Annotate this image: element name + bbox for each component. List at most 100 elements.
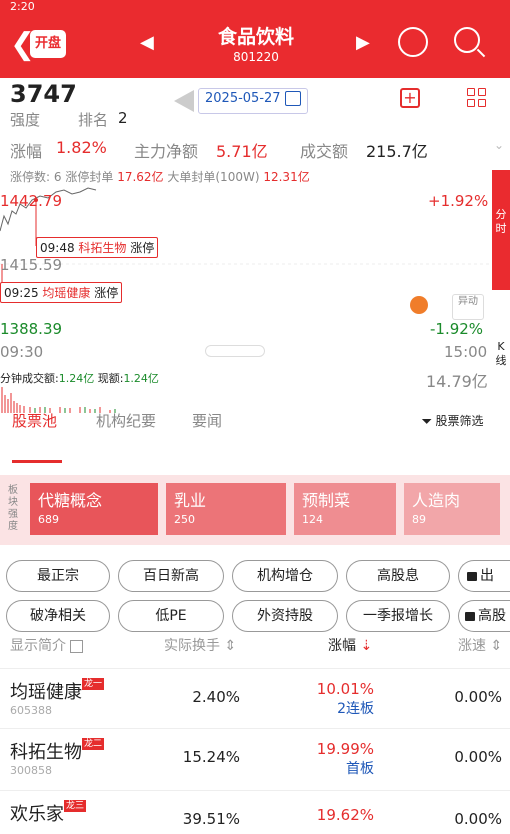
change: 10.01% <box>316 680 374 698</box>
table-row[interactable]: 欢乐家 龙三 39.51% 19.62% 0.00% <box>0 794 510 834</box>
concept-name: 乳业 <box>174 491 207 510</box>
chip-waizi[interactable]: 外资持股 <box>232 600 338 632</box>
concept-name: 预制菜 <box>302 491 351 510</box>
table-row[interactable]: 均瑶健康 龙一 605388 2.40% 10.01% 2连板 0.00% <box>0 672 510 728</box>
current-vol-label: 现额: <box>97 372 124 385</box>
stock-name: 均瑶健康 <box>10 682 82 703</box>
concept-card[interactable]: 人造肉 89 <box>404 483 500 535</box>
speed: 0.00% <box>454 748 502 766</box>
chip-locked-2[interactable]: 高股 <box>458 600 510 632</box>
col-header-change[interactable]: 涨幅 ⇣ <box>328 635 372 655</box>
chip-zuizhengzong[interactable]: 最正宗 <box>6 560 110 592</box>
status-time: 2:20 <box>10 0 35 13</box>
chip-pojing[interactable]: 破净相关 <box>6 600 110 632</box>
row-divider <box>0 790 510 791</box>
news-badge-icon[interactable] <box>410 296 428 314</box>
speed: 0.00% <box>454 688 502 706</box>
stock-code: 605388 <box>10 704 52 717</box>
filter-icon: ⏷ <box>422 414 432 428</box>
side-tab-fenshi[interactable]: 分时 <box>492 170 510 290</box>
turnover-label: 成交额 <box>300 142 349 161</box>
lock-icon <box>465 611 475 621</box>
rank-label: 排名 <box>78 111 109 129</box>
date-value: 2025-05-27 <box>205 91 281 106</box>
sort-desc-icon: ⇣ <box>360 638 373 654</box>
pct-high: +1.92% <box>428 192 489 210</box>
side-tab-kline-label: K线 <box>495 340 507 367</box>
col-header-turnover[interactable]: 实际换手 ⇕ <box>164 635 236 655</box>
speed: 0.00% <box>454 810 502 828</box>
limit-tag-2[interactable]: 09:25 均瑶健康 涨停 <box>0 282 123 303</box>
sector-code: 801220 <box>233 50 279 64</box>
col-header-name[interactable]: 显示简介 <box>10 635 84 655</box>
concepts-label: 板块强度 <box>8 485 18 532</box>
bigorder-label: 大单封单(100W) <box>167 170 260 184</box>
table-row[interactable]: 科拓生物 龙二 300858 15.24% 19.99% 首板 0.00% <box>0 732 510 788</box>
tab-news[interactable]: 要闻 <box>192 410 222 431</box>
tag1-time: 09:48 <box>40 241 75 255</box>
col-header-turnover-label: 实际换手 <box>164 638 220 654</box>
strength-value: 3747 <box>10 80 77 108</box>
col-header-speed[interactable]: 涨速 ⇕ <box>458 635 502 655</box>
time-start: 09:30 <box>0 343 44 361</box>
tag1-name: 科拓生物 <box>78 241 127 255</box>
concept-card[interactable]: 代糖概念 689 <box>30 483 158 535</box>
next-sector-button[interactable]: ▶ <box>356 32 370 53</box>
concept-name: 代糖概念 <box>38 491 103 510</box>
limit-tag-1[interactable]: 09:48 科拓生物 涨停 <box>36 237 159 258</box>
stock-filter-button[interactable]: ⏷ 股票筛选 <box>422 412 483 429</box>
limit-info-row: 涨停数: 6 涨停封单 17.62亿 大单封单(100W) 12.31亿 <box>10 168 310 185</box>
limit-count-label: 涨停数: <box>10 170 51 184</box>
concept-name: 人造肉 <box>412 491 461 510</box>
netflow-label: 主力净额 <box>134 142 199 161</box>
chip-jigouzengcang[interactable]: 机构增仓 <box>232 560 338 592</box>
col-header-name-label: 显示简介 <box>10 638 66 654</box>
add-button[interactable]: + <box>400 88 420 108</box>
concept-card[interactable]: 预制菜 124 <box>294 483 396 535</box>
chip-bairixingao[interactable]: 百日新高 <box>118 560 224 592</box>
side-tab-kline[interactable]: K线 <box>492 340 510 368</box>
filter-label: 股票筛选 <box>435 414 484 428</box>
volume-bars <box>0 385 120 413</box>
stock-name: 科拓生物 <box>10 742 82 763</box>
minute-vol-value: 1.24亿 <box>58 372 95 385</box>
price-low: 1388.39 <box>0 320 63 338</box>
current-vol-value: 1.24亿 <box>123 372 159 385</box>
stock-code: 300858 <box>10 764 52 777</box>
chip-yijibao[interactable]: 一季报增长 <box>346 600 450 632</box>
chip-locked-2-label: 高股 <box>478 608 506 624</box>
tab-stock-pool[interactable]: 股票池 <box>12 410 57 431</box>
active-tab-indicator <box>12 460 62 463</box>
tab-institution-notes[interactable]: 机构纪要 <box>96 410 156 431</box>
chip-locked-1[interactable]: 出 <box>458 560 510 592</box>
date-picker[interactable]: 2025-05-27 <box>198 88 308 114</box>
grid-icon[interactable] <box>467 88 487 108</box>
pct-low: -1.92% <box>430 320 484 338</box>
time-scrollbar[interactable] <box>205 345 265 357</box>
dragon-badge: 龙二 <box>82 738 105 750</box>
calendar-icon <box>284 91 301 106</box>
chip-gaoguxi[interactable]: 高股息 <box>346 560 450 592</box>
concept-count: 250 <box>174 513 195 526</box>
expand-chevron-icon[interactable]: ⌄ <box>494 138 504 152</box>
limit-count: 6 <box>53 170 62 184</box>
minute-vol-label: 分钟成交额: <box>0 372 59 385</box>
list-icon <box>70 639 84 653</box>
chip-locked-1-label: 出 <box>480 568 494 584</box>
yidong-label: 异动 <box>458 296 478 307</box>
prev-date-arrow-icon[interactable] <box>174 90 194 112</box>
turnover: 15.24% <box>182 748 240 766</box>
col-header-speed-label: 涨速 <box>458 638 486 654</box>
row-divider <box>0 728 510 729</box>
gear-icon[interactable] <box>398 27 428 57</box>
lock-icon <box>467 571 477 581</box>
concept-card[interactable]: 乳业 250 <box>166 483 286 535</box>
col-header-change-label: 涨幅 <box>328 638 356 654</box>
prev-sector-button[interactable]: ◀ <box>140 32 154 53</box>
chip-low-pe[interactable]: 低PE <box>118 600 224 632</box>
board-count: 2连板 <box>337 701 374 717</box>
stock-name: 欢乐家 <box>10 804 64 825</box>
turnover: 39.51% <box>182 810 240 828</box>
change-value: 1.82% <box>56 138 107 157</box>
yidong-button[interactable]: 异动 <box>452 294 484 320</box>
